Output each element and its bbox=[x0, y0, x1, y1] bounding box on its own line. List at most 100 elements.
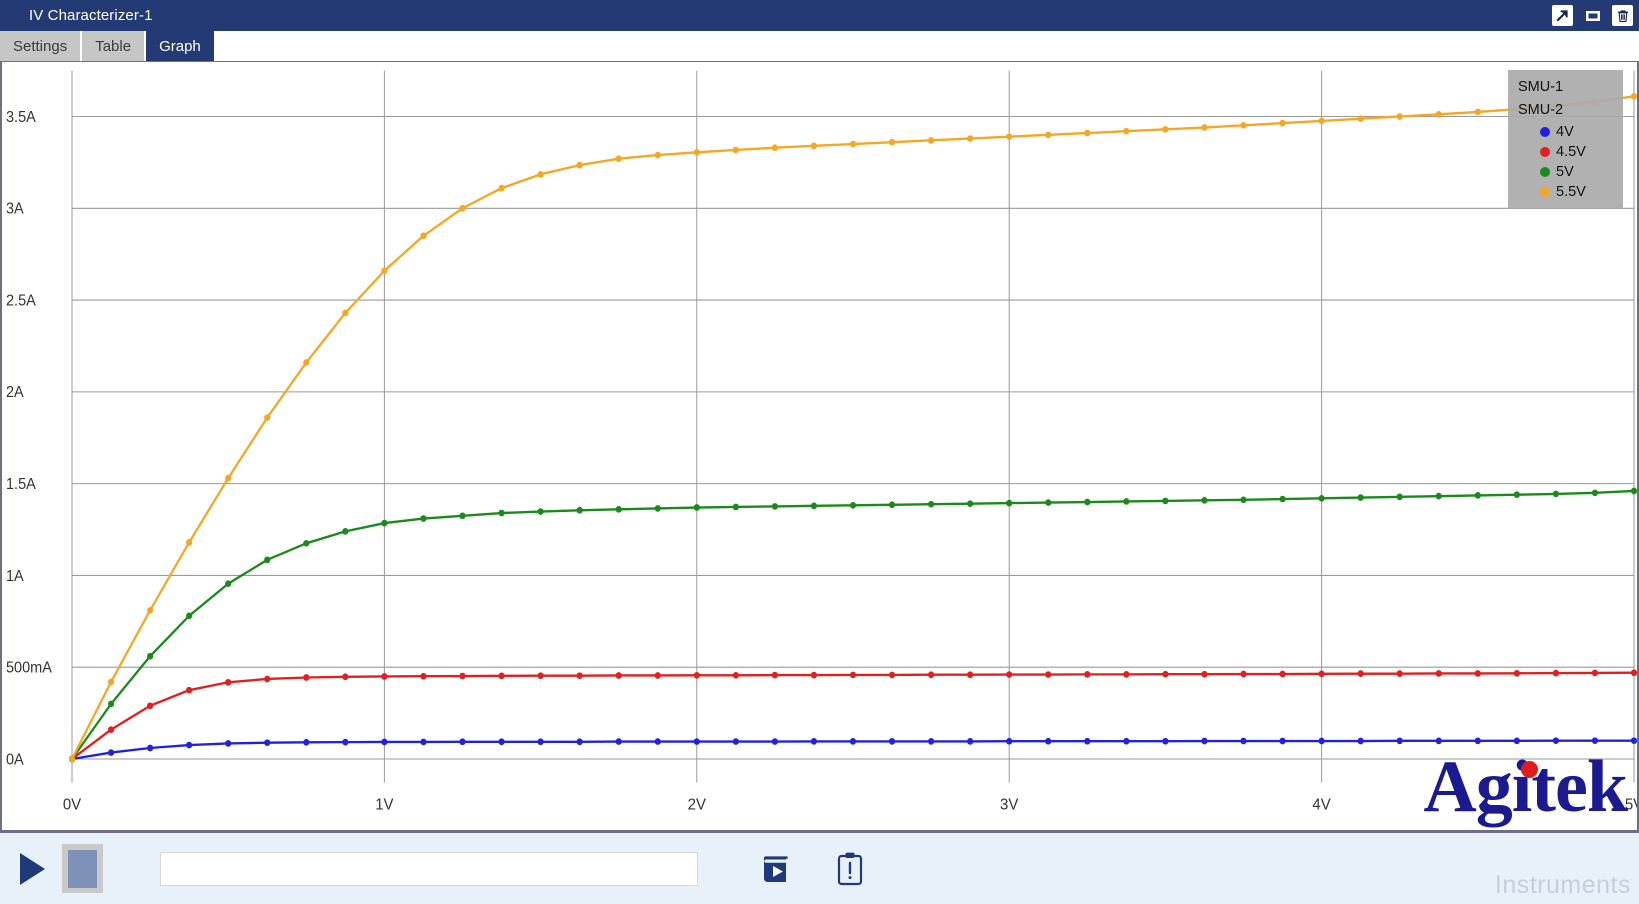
series-point bbox=[1552, 490, 1559, 498]
restore-icon[interactable] bbox=[1582, 5, 1603, 26]
book-play-icon bbox=[764, 855, 788, 882]
series-line-5V bbox=[70, 489, 1636, 761]
series-point bbox=[1045, 499, 1052, 506]
y-tick-label: 3.5A bbox=[6, 108, 36, 126]
command-input[interactable] bbox=[160, 851, 698, 886]
series-point bbox=[1162, 737, 1169, 745]
x-tick-label: 4V bbox=[1312, 796, 1331, 814]
series-point bbox=[342, 528, 349, 535]
stop-button[interactable] bbox=[62, 844, 103, 893]
expand-icon[interactable] bbox=[1552, 5, 1573, 26]
series-point bbox=[342, 309, 349, 317]
series-point bbox=[498, 509, 505, 517]
legend-label-5p5v: 5.5V bbox=[1556, 184, 1586, 200]
series-point bbox=[225, 580, 232, 588]
stop-icon bbox=[68, 849, 97, 888]
series-point bbox=[1240, 121, 1247, 129]
iv-curve-chart: 0A500mA1A1.5A2A2.5A3A3.5A0V1V2V3V4V5VSMU… bbox=[6, 70, 1637, 830]
series-point bbox=[1045, 131, 1052, 139]
series-point bbox=[615, 738, 622, 745]
series-point bbox=[1045, 737, 1052, 745]
series-point bbox=[1201, 737, 1208, 745]
legend-item-4v[interactable]: 4V bbox=[1518, 122, 1613, 142]
series-point bbox=[1591, 737, 1599, 744]
tab-settings[interactable]: Settings bbox=[0, 31, 81, 61]
series-point bbox=[186, 741, 193, 749]
series-point bbox=[888, 138, 896, 146]
series-point bbox=[654, 505, 661, 512]
x-tick-label: 0V bbox=[63, 796, 82, 814]
series-point bbox=[1279, 737, 1286, 745]
series-point bbox=[1240, 670, 1247, 678]
series-point bbox=[1552, 669, 1559, 677]
legend-label-4v: 4V bbox=[1556, 124, 1574, 140]
series-point bbox=[1435, 110, 1442, 118]
series-point bbox=[810, 738, 818, 745]
series-point bbox=[888, 738, 896, 745]
plot-area[interactable]: 0A500mA1A1.5A2A2.5A3A3.5A0V1V2V3V4V5VSMU… bbox=[2, 62, 1637, 830]
play-icon bbox=[20, 852, 45, 885]
series-point bbox=[1006, 133, 1013, 141]
series-point bbox=[1318, 737, 1325, 745]
series-point bbox=[967, 671, 974, 679]
series-point bbox=[771, 671, 779, 679]
tab-table[interactable]: Table bbox=[82, 31, 145, 61]
series-point bbox=[693, 148, 700, 156]
legend-item-5p5v[interactable]: 5.5V bbox=[1518, 182, 1613, 202]
series-point bbox=[420, 232, 427, 240]
series-point bbox=[928, 500, 935, 508]
run-script-button[interactable] bbox=[754, 847, 798, 891]
series-point bbox=[225, 474, 232, 482]
y-tick-label: 1A bbox=[6, 567, 24, 585]
iv-characterizer-window: IV Characterizer-1 Settings Table Graph … bbox=[0, 0, 1639, 904]
series-point bbox=[225, 740, 232, 747]
legend-swatch-4v bbox=[1540, 127, 1550, 137]
series-point bbox=[1435, 737, 1442, 745]
series-point bbox=[1279, 495, 1286, 503]
series-point bbox=[615, 155, 622, 163]
chart-legend[interactable]: SMU-1 SMU-2 4V 4.5V 5V 5.5V bbox=[1508, 70, 1623, 209]
x-axis-title: SMU-2 bbox=[825, 829, 870, 830]
series-point bbox=[888, 501, 896, 509]
series-point bbox=[381, 519, 388, 527]
series-point bbox=[1162, 497, 1169, 505]
trash-icon[interactable] bbox=[1612, 5, 1633, 26]
series-point bbox=[1513, 737, 1520, 745]
series-point bbox=[264, 414, 271, 421]
series-point bbox=[537, 738, 544, 746]
series-point bbox=[303, 738, 310, 746]
legend-item-4p5v[interactable]: 4.5V bbox=[1518, 142, 1613, 162]
series-point bbox=[1201, 124, 1208, 131]
series-point bbox=[928, 738, 935, 745]
series-point bbox=[576, 506, 583, 514]
series-point bbox=[1357, 670, 1364, 677]
series-point bbox=[1123, 671, 1130, 678]
series-point bbox=[1084, 671, 1091, 678]
run-button[interactable] bbox=[12, 849, 52, 889]
series-point bbox=[1435, 492, 1442, 500]
bottom-toolbar: Instruments bbox=[0, 831, 1639, 904]
series-point bbox=[967, 135, 974, 142]
series-point bbox=[1318, 494, 1325, 502]
series-point bbox=[1396, 493, 1403, 501]
series-point bbox=[693, 738, 700, 745]
series-point bbox=[186, 686, 193, 694]
series-point bbox=[1357, 494, 1364, 501]
log-button[interactable] bbox=[828, 847, 872, 891]
series-point bbox=[1474, 108, 1481, 116]
tab-graph[interactable]: Graph bbox=[146, 31, 214, 61]
series-point bbox=[967, 500, 974, 507]
series-point bbox=[1084, 737, 1091, 745]
legend-item-5v[interactable]: 5V bbox=[1518, 162, 1613, 182]
series-point bbox=[849, 140, 857, 148]
x-tick-label: 2V bbox=[688, 796, 707, 814]
series-point bbox=[498, 184, 505, 192]
series-point bbox=[381, 673, 388, 680]
series-point bbox=[732, 146, 739, 154]
series-point bbox=[107, 678, 115, 686]
series-point bbox=[1591, 669, 1599, 677]
y-tick-label: 2A bbox=[6, 384, 24, 402]
series-point bbox=[849, 501, 857, 509]
series-point bbox=[1318, 670, 1325, 678]
series-point bbox=[1630, 737, 1637, 744]
